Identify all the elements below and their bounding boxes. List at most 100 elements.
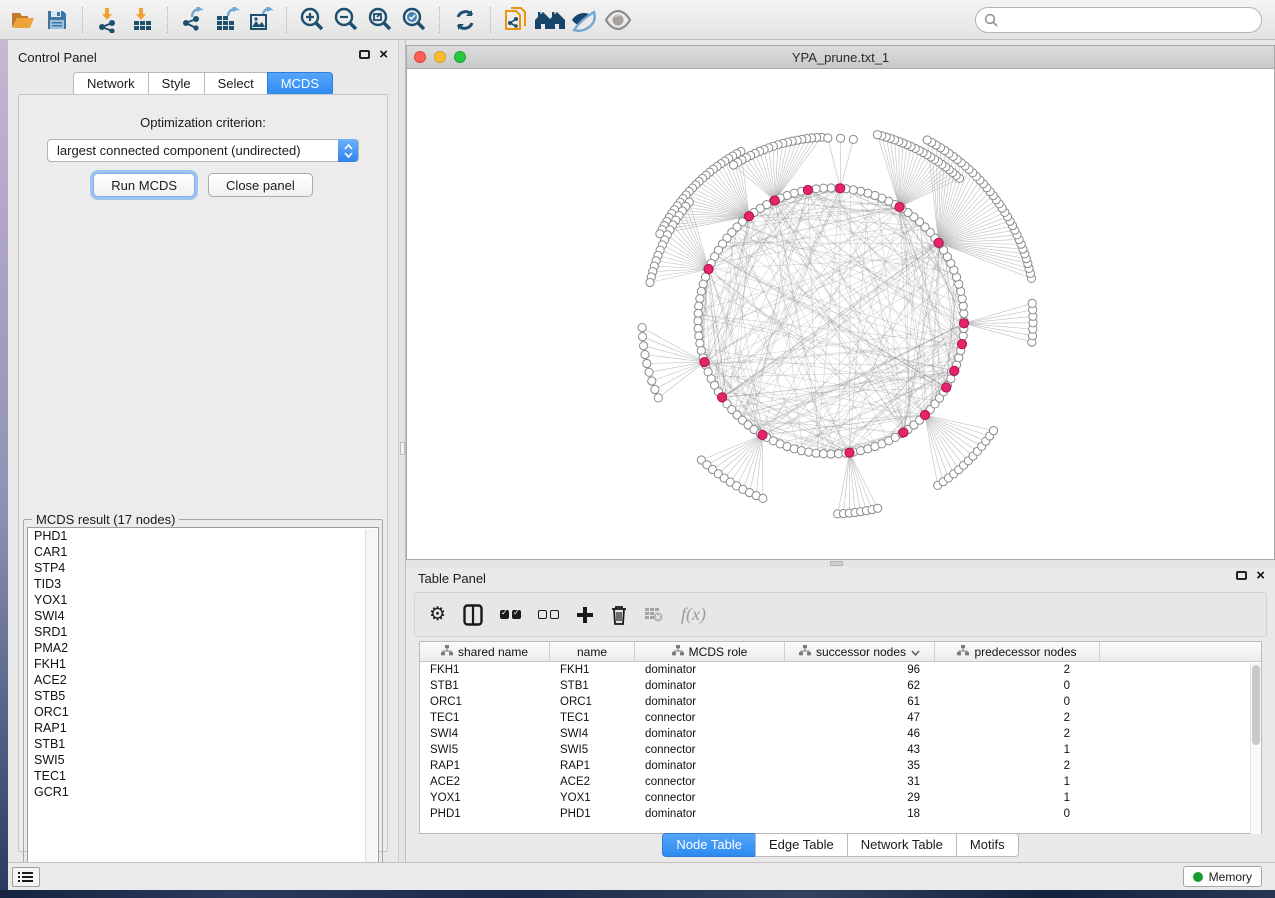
table-scrollbar[interactable]	[1250, 663, 1261, 834]
table-header-row: shared namenameMCDS rolesuccessor nodesp…	[420, 642, 1261, 662]
hierarchy-icon	[957, 645, 969, 659]
show-graphics-icon[interactable]	[601, 5, 635, 35]
mcds-result-item[interactable]: ORC1	[28, 704, 378, 720]
mcds-result-item[interactable]: SWI4	[28, 608, 378, 624]
horizontal-split-divider[interactable]	[406, 560, 1275, 567]
column-header-name[interactable]: name	[550, 642, 635, 661]
mcds-list-scrollbar[interactable]	[365, 529, 377, 883]
column-header-mcds-role[interactable]: MCDS role	[635, 642, 785, 661]
delete-column-icon[interactable]	[611, 605, 627, 625]
select-all-columns-icon[interactable]	[500, 610, 521, 619]
zoom-out-icon[interactable]	[329, 5, 363, 35]
mcds-result-item[interactable]: TID3	[28, 576, 378, 592]
network-canvas[interactable]	[407, 69, 1274, 559]
import-network-icon[interactable]	[91, 5, 125, 35]
zoom-fit-icon[interactable]	[363, 5, 397, 35]
tab-motifs[interactable]: Motifs	[956, 833, 1019, 857]
close-panel-icon[interactable]: ×	[1256, 570, 1265, 581]
divider-handle[interactable]	[400, 442, 405, 455]
column-header-successor-nodes[interactable]: successor nodes	[785, 642, 935, 661]
zoom-selected-icon[interactable]	[397, 5, 431, 35]
column-header-predecessor-nodes[interactable]: predecessor nodes	[935, 642, 1100, 661]
export-table-icon[interactable]	[210, 5, 244, 35]
mcds-result-item[interactable]: TEC1	[28, 768, 378, 784]
mcds-result-item[interactable]: RAP1	[28, 720, 378, 736]
mcds-result-item[interactable]: SWI5	[28, 752, 378, 768]
table-tabs: Node TableEdge TableNetwork TableMotifs	[406, 833, 1275, 857]
float-panel-icon[interactable]	[359, 50, 370, 59]
export-image-icon[interactable]	[244, 5, 278, 35]
home-icon[interactable]	[533, 5, 567, 35]
task-history-button[interactable]	[12, 867, 40, 887]
tab-edge-table[interactable]: Edge Table	[755, 833, 847, 857]
show-columns-icon[interactable]	[463, 604, 483, 626]
import-table-icon[interactable]	[125, 5, 159, 35]
window-minimize-icon[interactable]	[434, 51, 446, 63]
network-graph[interactable]	[407, 69, 1274, 559]
cell-predecessor-nodes: 0	[935, 678, 1100, 694]
tab-style[interactable]: Style	[148, 72, 204, 96]
toolbar-separator	[167, 7, 168, 33]
window-zoom-icon[interactable]	[454, 51, 466, 63]
vertical-split-divider[interactable]	[398, 40, 406, 862]
function-builder-icon[interactable]: f(x)	[681, 604, 706, 625]
table-row[interactable]: ORC1ORC1dominator610	[420, 694, 1261, 710]
tab-node-table[interactable]: Node Table	[662, 833, 755, 857]
cell-name: TEC1	[550, 710, 635, 726]
optimization-criterion-select[interactable]: largest connected component (undirected)	[47, 139, 359, 162]
tab-select[interactable]: Select	[204, 72, 267, 96]
scrollbar-thumb[interactable]	[1252, 665, 1260, 745]
table-row[interactable]: SWI4SWI4dominator462	[420, 726, 1261, 742]
table-toolbar: ⚙ f(x)	[414, 592, 1267, 637]
mcds-result-item[interactable]: GCR1	[28, 784, 378, 800]
column-header-shared-name[interactable]: shared name	[420, 642, 550, 661]
table-row[interactable]: SWI5SWI5connector431	[420, 742, 1261, 758]
delete-table-icon[interactable]	[644, 607, 664, 623]
mcds-result-item[interactable]: FKH1	[28, 656, 378, 672]
tab-network-table[interactable]: Network Table	[847, 833, 956, 857]
cell-shared-name: PHD1	[420, 806, 550, 822]
close-panel-button[interactable]: Close panel	[208, 173, 313, 197]
table-row[interactable]: STB1STB1dominator620	[420, 678, 1261, 694]
tab-mcds[interactable]: MCDS	[267, 72, 333, 96]
table-row[interactable]: FKH1FKH1dominator962	[420, 662, 1261, 678]
export-network-icon[interactable]	[176, 5, 210, 35]
table-row[interactable]: ACE2ACE2connector311	[420, 774, 1261, 790]
list-icon	[18, 871, 34, 883]
memory-button[interactable]: Memory	[1183, 866, 1262, 887]
run-mcds-button[interactable]: Run MCDS	[93, 173, 195, 197]
tab-network[interactable]: Network	[73, 72, 148, 96]
add-column-icon[interactable]	[576, 606, 594, 624]
mcds-result-item[interactable]: PMA2	[28, 640, 378, 656]
memory-label: Memory	[1209, 870, 1252, 884]
mcds-result-item[interactable]: CAR1	[28, 544, 378, 560]
search-box[interactable]	[975, 7, 1262, 33]
apply-layout-icon[interactable]	[448, 5, 482, 35]
cell-successor-nodes: 29	[785, 790, 935, 806]
table-settings-gear-icon[interactable]: ⚙	[429, 605, 446, 624]
zoom-in-icon[interactable]	[295, 5, 329, 35]
close-panel-icon[interactable]: ×	[379, 49, 388, 60]
cell-name: SWI5	[550, 742, 635, 758]
open-file-icon[interactable]	[6, 5, 40, 35]
deselect-all-columns-icon[interactable]	[538, 610, 559, 619]
table-row[interactable]: PHD1PHD1dominator180	[420, 806, 1261, 822]
window-close-icon[interactable]	[414, 51, 426, 63]
mcds-result-item[interactable]: STP4	[28, 560, 378, 576]
cell-name: ORC1	[550, 694, 635, 710]
table-row[interactable]: YOX1YOX1connector291	[420, 790, 1261, 806]
divider-handle[interactable]	[830, 561, 843, 566]
search-input[interactable]	[998, 10, 1261, 30]
mcds-result-item[interactable]: SRD1	[28, 624, 378, 640]
mcds-result-item[interactable]: ACE2	[28, 672, 378, 688]
save-session-icon[interactable]	[40, 5, 74, 35]
mcds-result-item[interactable]: PHD1	[28, 528, 378, 544]
table-row[interactable]: TEC1TEC1connector472	[420, 710, 1261, 726]
float-panel-icon[interactable]	[1236, 571, 1247, 580]
share-document-icon[interactable]	[499, 5, 533, 35]
table-row[interactable]: RAP1RAP1dominator352	[420, 758, 1261, 774]
mcds-result-item[interactable]: STB5	[28, 688, 378, 704]
mcds-result-item[interactable]: STB1	[28, 736, 378, 752]
mcds-result-item[interactable]: YOX1	[28, 592, 378, 608]
hide-graphics-icon[interactable]	[567, 5, 601, 35]
